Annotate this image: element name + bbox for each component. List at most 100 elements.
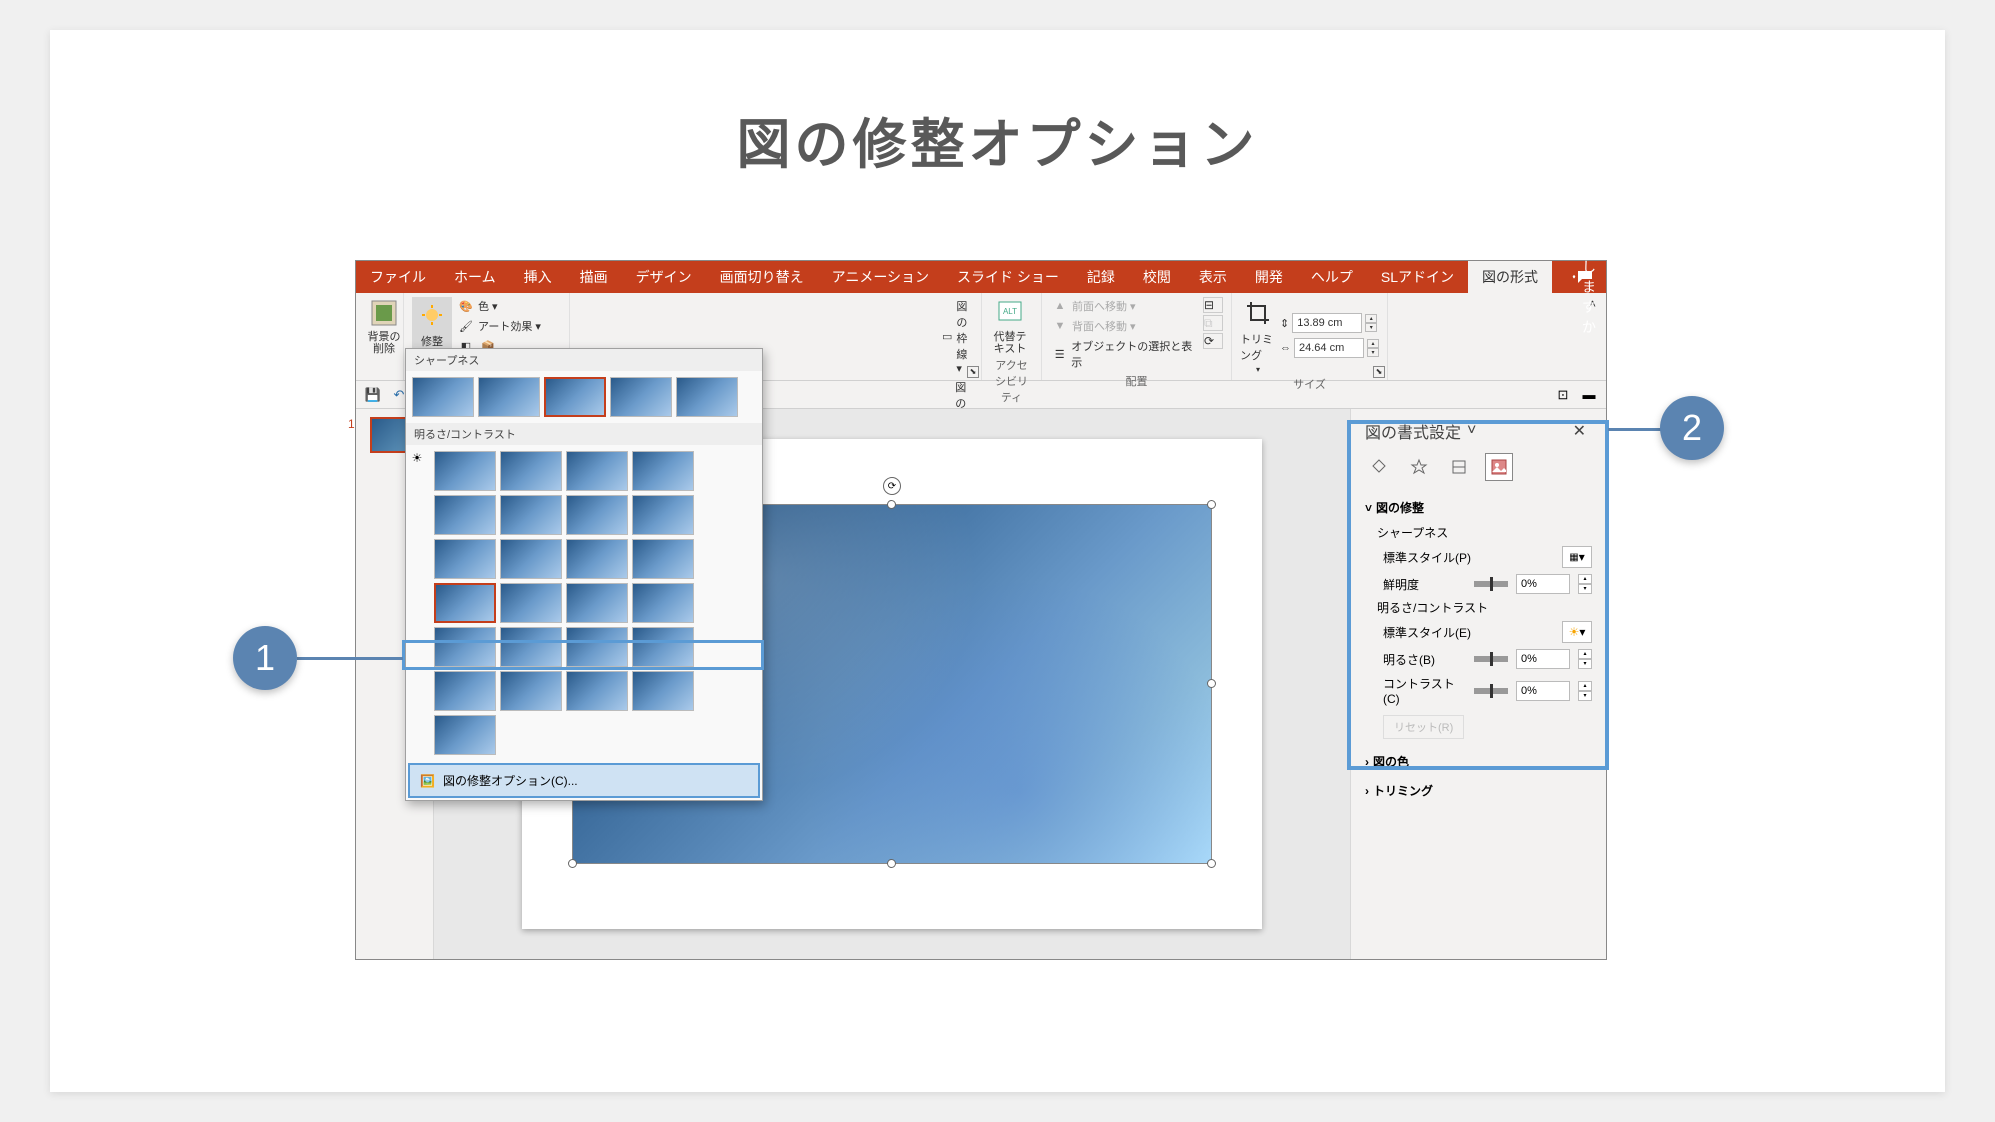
fp-preset-e-dropdown[interactable]: ☀ ▾ (1562, 621, 1592, 643)
dd-bc-25[interactable] (434, 715, 496, 755)
zoom-fit-icon[interactable]: ⊡ (1554, 386, 1572, 404)
pane-collapse-icon[interactable]: ˅ (1461, 420, 1482, 442)
resize-handle-se[interactable] (1207, 859, 1216, 868)
tab-transitions[interactable]: 画面切り替え (706, 261, 818, 293)
resize-handle-ne[interactable] (1207, 500, 1216, 509)
fp-sharpness-slider[interactable] (1474, 581, 1508, 587)
picture-corrections-options-item[interactable]: 🖼️ 図の修整オプション(C)... (408, 763, 760, 798)
bright-up[interactable]: ▴ (1578, 649, 1592, 659)
dd-bc-7[interactable] (566, 495, 628, 535)
dd-bc-2[interactable] (500, 451, 562, 491)
dd-sharp-2[interactable] (478, 377, 540, 417)
tab-picture-format[interactable]: 図の形式 (1468, 261, 1552, 293)
fp-tab-picture-icon[interactable] (1485, 453, 1513, 481)
tab-draw[interactable]: 描画 (566, 261, 622, 293)
width-input[interactable]: 24.64 cm (1294, 338, 1364, 358)
resize-handle-n[interactable] (887, 500, 896, 509)
contrast-up[interactable]: ▴ (1578, 681, 1592, 691)
pane-close-icon[interactable]: ✕ (1567, 419, 1592, 443)
fp-tab-fill-icon[interactable] (1365, 453, 1393, 481)
dd-bc-24[interactable] (632, 671, 694, 711)
dd-bc-9[interactable] (434, 539, 496, 579)
fp-brightness-slider[interactable] (1474, 656, 1508, 662)
height-input[interactable]: 13.89 cm (1292, 313, 1362, 333)
dd-bc-6[interactable] (500, 495, 562, 535)
height-down[interactable]: ▾ (1365, 323, 1377, 332)
tab-insert[interactable]: 挿入 (510, 261, 566, 293)
align-icon[interactable]: ⊟ (1203, 297, 1223, 313)
fp-sharpness-value[interactable]: 0% (1516, 574, 1570, 594)
tab-file[interactable]: ファイル (356, 261, 440, 293)
rotation-handle-icon[interactable]: ⟳ (883, 477, 901, 495)
tab-design[interactable]: デザイン (622, 261, 706, 293)
fp-contrast-value[interactable]: 0% (1516, 681, 1570, 701)
tab-addin[interactable]: SLアドイン (1367, 261, 1468, 293)
dd-sharp-4[interactable] (610, 377, 672, 417)
dd-bc-13[interactable] (434, 583, 496, 623)
tab-review[interactable]: 校閲 (1129, 261, 1185, 293)
dd-bc-17[interactable] (434, 627, 496, 667)
rotate-icon[interactable]: ⟳ (1203, 333, 1223, 349)
dd-bc-23[interactable] (566, 671, 628, 711)
tab-animations[interactable]: アニメーション (818, 261, 943, 293)
fp-section-color[interactable]: ›図の色 (1365, 747, 1592, 776)
tab-record[interactable]: 記録 (1073, 261, 1129, 293)
tab-view[interactable]: 表示 (1185, 261, 1241, 293)
dd-bc-19[interactable] (566, 627, 628, 667)
bring-forward-button[interactable]: ▲前面へ移動 ▾ (1050, 297, 1199, 315)
dd-bc-20[interactable] (632, 627, 694, 667)
dd-bc-3[interactable] (566, 451, 628, 491)
section-icon[interactable]: ▬ (1580, 386, 1598, 404)
dd-bc-16[interactable] (632, 583, 694, 623)
crop-button[interactable]: トリミング ▾ (1240, 297, 1276, 374)
dd-bc-18[interactable] (500, 627, 562, 667)
dd-bc-5[interactable] (434, 495, 496, 535)
width-up[interactable]: ▴ (1367, 339, 1379, 348)
resize-handle-e[interactable] (1207, 679, 1216, 688)
dd-bc-11[interactable] (566, 539, 628, 579)
dd-sharp-5[interactable] (676, 377, 738, 417)
styles-dialog-launcher[interactable]: ⬊ (967, 366, 979, 378)
dd-bc-1[interactable] (434, 451, 496, 491)
dd-bc-12[interactable] (632, 539, 694, 579)
dd-sharp-3[interactable] (544, 377, 606, 417)
width-down[interactable]: ▾ (1367, 348, 1379, 357)
send-backward-button[interactable]: ▼背面へ移動 ▾ (1050, 317, 1199, 335)
bright-down[interactable]: ▾ (1578, 659, 1592, 669)
save-icon[interactable]: 💾 (364, 386, 382, 404)
fp-section-corrections[interactable]: ˅図の修整 (1365, 493, 1592, 522)
dd-bc-14[interactable] (500, 583, 562, 623)
fp-reset-button[interactable]: リセット(R) (1383, 715, 1464, 739)
remove-background-button[interactable]: 背景の 削除 (364, 297, 404, 355)
size-dialog-launcher[interactable]: ⬊ (1373, 366, 1385, 378)
artistic-effects-dropdown[interactable]: 🖌アート効果 ▾ (456, 317, 543, 335)
tab-slideshow[interactable]: スライド ショー (943, 261, 1073, 293)
dd-bc-15[interactable] (566, 583, 628, 623)
dd-bc-21[interactable] (434, 671, 496, 711)
alt-text-button[interactable]: ALT 代替テ キスト (990, 297, 1030, 355)
fp-contrast-slider[interactable] (1474, 688, 1508, 694)
group-icon[interactable]: ⧉ (1203, 315, 1223, 331)
dd-bc-4[interactable] (632, 451, 694, 491)
resize-handle-sw[interactable] (568, 859, 577, 868)
fp-section-trim[interactable]: ›トリミング (1365, 776, 1592, 805)
color-dropdown[interactable]: 🎨色 ▾ (456, 297, 543, 315)
selection-pane-button[interactable]: ☰オブジェクトの選択と表示 (1050, 337, 1199, 371)
height-up[interactable]: ▴ (1365, 314, 1377, 323)
fp-tab-size-icon[interactable] (1445, 453, 1473, 481)
dd-bc-8[interactable] (632, 495, 694, 535)
fp-preset-p-dropdown[interactable]: ▦ ▾ (1562, 546, 1592, 568)
sharp-down[interactable]: ▾ (1578, 584, 1592, 594)
fp-brightness-value[interactable]: 0% (1516, 649, 1570, 669)
tab-help[interactable]: ヘルプ (1297, 261, 1367, 293)
tab-home[interactable]: ホーム (440, 261, 510, 293)
dd-bc-10[interactable] (500, 539, 562, 579)
resize-handle-s[interactable] (887, 859, 896, 868)
sharp-up[interactable]: ▴ (1578, 574, 1592, 584)
picture-border-dropdown[interactable]: ▭図の枠線 ▾ (940, 297, 975, 376)
tab-developer[interactable]: 開発 (1241, 261, 1297, 293)
dd-bc-22[interactable] (500, 671, 562, 711)
fp-tab-effects-icon[interactable] (1405, 453, 1433, 481)
comment-icon[interactable] (1576, 269, 1594, 285)
dd-sharp-1[interactable] (412, 377, 474, 417)
